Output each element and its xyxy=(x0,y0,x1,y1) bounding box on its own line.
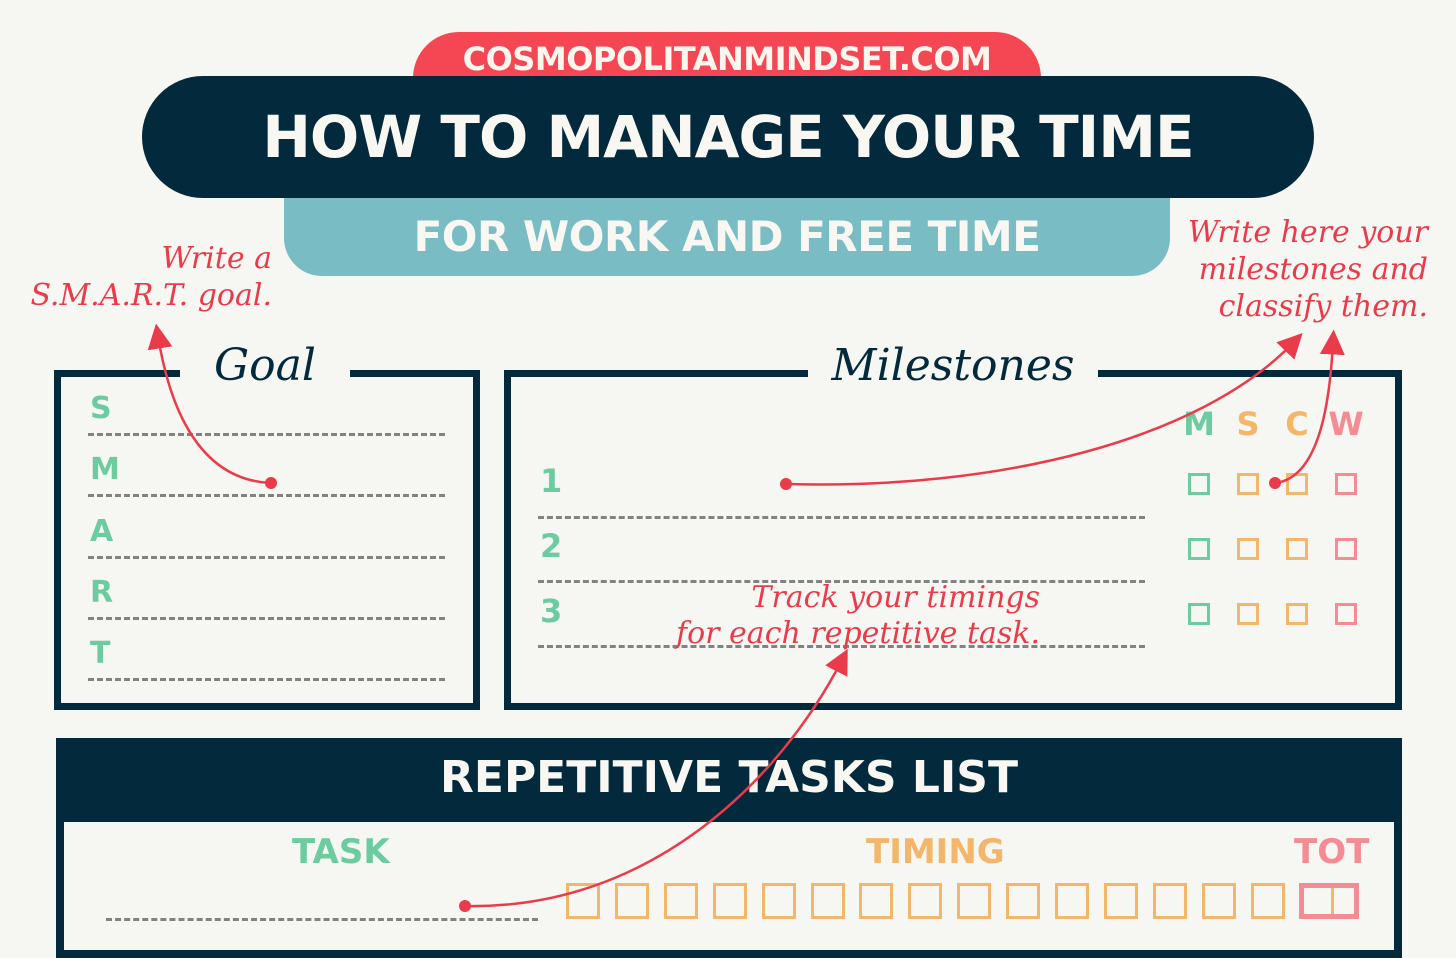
goal-title: Goal xyxy=(214,340,316,391)
milestone-checkbox-s[interactable] xyxy=(1237,473,1259,495)
milestone-number: 3 xyxy=(540,592,563,630)
timing-slot[interactable] xyxy=(712,883,747,919)
timing-slot[interactable] xyxy=(1152,883,1187,919)
goal-box xyxy=(54,370,480,710)
goal-letter: M xyxy=(90,452,120,487)
timing-slot[interactable] xyxy=(663,883,698,919)
timing-slot[interactable] xyxy=(957,883,992,919)
column-task: TASK xyxy=(292,832,390,872)
goal-entry-line[interactable] xyxy=(88,494,445,497)
annotation-line: classify them. xyxy=(1218,289,1428,324)
timing-slot[interactable] xyxy=(761,883,796,919)
milestone-checkbox-c[interactable] xyxy=(1286,538,1308,560)
annotation-line: Write here your xyxy=(1187,215,1428,250)
goal-letter: T xyxy=(90,636,111,671)
goal-entry-line[interactable] xyxy=(88,556,445,559)
milestones-title: Milestones xyxy=(831,340,1075,391)
timing-slot[interactable] xyxy=(810,883,845,919)
timing-slot[interactable] xyxy=(859,883,894,919)
category-label-w: W xyxy=(1328,405,1364,443)
repetitive-tasks-title: REPETITIVE TASKS LIST xyxy=(440,752,1018,803)
annotation-line: S.M.A.R.T. goal. xyxy=(30,278,272,313)
annotation-line: Write a xyxy=(161,241,272,276)
page-title: HOW TO MANAGE YOUR TIME xyxy=(262,103,1194,171)
milestone-checkbox-w[interactable] xyxy=(1335,603,1357,625)
goal-entry-line[interactable] xyxy=(88,433,445,436)
timing-slot[interactable] xyxy=(908,883,943,919)
milestone-checkbox-m[interactable] xyxy=(1188,473,1210,495)
column-timing: TIMING xyxy=(866,832,1005,872)
annotation-goal: Write a S.M.A.R.T. goal. xyxy=(20,240,272,314)
category-label-m: M xyxy=(1183,405,1215,443)
milestone-checkbox-c[interactable] xyxy=(1286,603,1308,625)
total-box[interactable] xyxy=(1299,883,1359,919)
milestone-checkbox-w[interactable] xyxy=(1335,538,1357,560)
timing-slot[interactable] xyxy=(1250,883,1285,919)
milestone-entry-line[interactable] xyxy=(538,516,1145,519)
milestone-checkbox-s[interactable] xyxy=(1237,603,1259,625)
goal-entry-line[interactable] xyxy=(88,678,445,681)
milestone-checkbox-m[interactable] xyxy=(1188,538,1210,560)
goal-letter: A xyxy=(90,514,114,549)
annotation-line: milestones and xyxy=(1198,252,1428,287)
timing-slot[interactable] xyxy=(1201,883,1236,919)
annotation-line: for each repetitive task. xyxy=(676,616,1040,651)
timing-slot[interactable] xyxy=(1055,883,1089,919)
page-subtitle: FOR WORK AND FREE TIME xyxy=(413,212,1041,261)
column-total: TOT xyxy=(1294,832,1370,872)
goal-letter: R xyxy=(90,575,114,610)
annotation-timings: Track your timings for each repetitive t… xyxy=(640,580,1040,652)
task-entry-line[interactable] xyxy=(106,918,538,921)
annotation-line: Track your timings xyxy=(751,580,1040,615)
timing-slot[interactable] xyxy=(1006,883,1041,919)
timing-slot[interactable] xyxy=(566,883,600,919)
milestone-number: 1 xyxy=(540,462,563,500)
title-banner: HOW TO MANAGE YOUR TIME xyxy=(142,76,1314,198)
milestone-number: 2 xyxy=(540,527,563,565)
milestone-checkbox-m[interactable] xyxy=(1188,603,1210,625)
goal-letter: S xyxy=(90,391,112,426)
timing-slot[interactable] xyxy=(614,883,649,919)
goal-entry-line[interactable] xyxy=(88,617,445,620)
category-label-c: C xyxy=(1285,405,1309,443)
category-label-s: S xyxy=(1236,405,1260,443)
milestone-checkbox-s[interactable] xyxy=(1237,538,1259,560)
annotation-milestones: Write here your milestones and classify … xyxy=(1150,214,1428,325)
timing-slot[interactable] xyxy=(1103,883,1138,919)
site-url: COSMOPOLITANMINDSET.COM xyxy=(462,40,992,78)
milestone-checkbox-c[interactable] xyxy=(1286,473,1308,495)
milestone-checkbox-w[interactable] xyxy=(1335,473,1357,495)
